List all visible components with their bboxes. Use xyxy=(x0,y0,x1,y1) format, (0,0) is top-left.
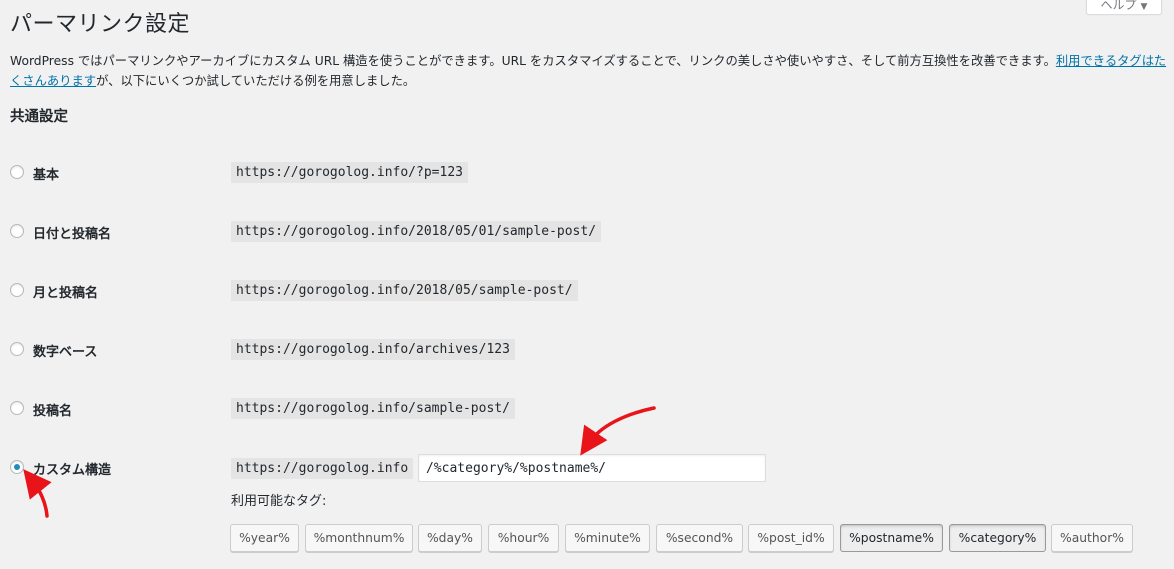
help-tab-button[interactable]: ヘルプ ▼ xyxy=(1086,0,1162,15)
custom-base-url: https://gorogolog.info xyxy=(231,458,414,479)
available-tags-label: 利用可能なタグ: xyxy=(231,494,327,509)
intro-paragraph: WordPress ではパーマリンクやアーカイブにカスタム URL 構造を使うこ… xyxy=(10,51,1170,91)
intro-text-after: が、以下にいくつか試していただける例を用意しました。 xyxy=(96,74,416,88)
tag-button-category[interactable]: %category% xyxy=(949,524,1046,552)
tag-button-day[interactable]: %day% xyxy=(418,524,482,552)
arrow-to-custom-radio xyxy=(23,469,52,518)
help-tab-label: ヘルプ xyxy=(1100,0,1137,12)
tag-button-postname[interactable]: %postname% xyxy=(840,524,943,552)
custom-structure-input[interactable] xyxy=(418,454,766,482)
option-label-day-and-name[interactable]: 日付と投稿名 xyxy=(33,223,111,242)
example-url-numeric: https://gorogolog.info/archives/123 xyxy=(231,339,515,360)
example-url-post-name: https://gorogolog.info/sample-post/ xyxy=(231,398,515,419)
tag-button-post-id[interactable]: %post_id% xyxy=(748,524,834,552)
radio-post-name[interactable] xyxy=(10,401,24,415)
tag-button-year[interactable]: %year% xyxy=(230,524,299,552)
radio-month-and-name[interactable] xyxy=(10,283,24,297)
tag-button-author[interactable]: %author% xyxy=(1051,524,1133,552)
tag-button-hour[interactable]: %hour% xyxy=(488,524,559,552)
intro-text: WordPress ではパーマリンクやアーカイブにカスタム URL 構造を使うこ… xyxy=(10,54,1056,68)
tag-button-monthnum[interactable]: %monthnum% xyxy=(305,524,413,552)
section-title-common-settings: 共通設定 xyxy=(10,109,68,125)
radio-numeric[interactable] xyxy=(10,342,24,356)
example-url-month-and-name: https://gorogolog.info/2018/05/sample-po… xyxy=(231,280,578,301)
option-label-numeric[interactable]: 数字ベース xyxy=(33,341,97,360)
tag-button-second[interactable]: %second% xyxy=(656,524,743,552)
arrow-to-custom-input xyxy=(580,406,656,456)
chevron-down-icon: ▼ xyxy=(1140,2,1148,12)
option-label-basic[interactable]: 基本 xyxy=(33,164,59,183)
option-label-custom[interactable]: カスタム構造 xyxy=(33,459,111,478)
option-label-post-name[interactable]: 投稿名 xyxy=(33,400,72,419)
example-url-day-and-name: https://gorogolog.info/2018/05/01/sample… xyxy=(231,221,602,242)
page-title: パーマリンク設定 xyxy=(10,12,191,37)
radio-day-and-name[interactable] xyxy=(10,224,24,238)
radio-basic[interactable] xyxy=(10,165,24,179)
example-url-basic: https://gorogolog.info/?p=123 xyxy=(231,162,468,183)
option-label-month-and-name[interactable]: 月と投稿名 xyxy=(33,282,98,301)
tag-button-minute[interactable]: %minute% xyxy=(565,524,650,552)
radio-custom[interactable] xyxy=(10,460,24,474)
